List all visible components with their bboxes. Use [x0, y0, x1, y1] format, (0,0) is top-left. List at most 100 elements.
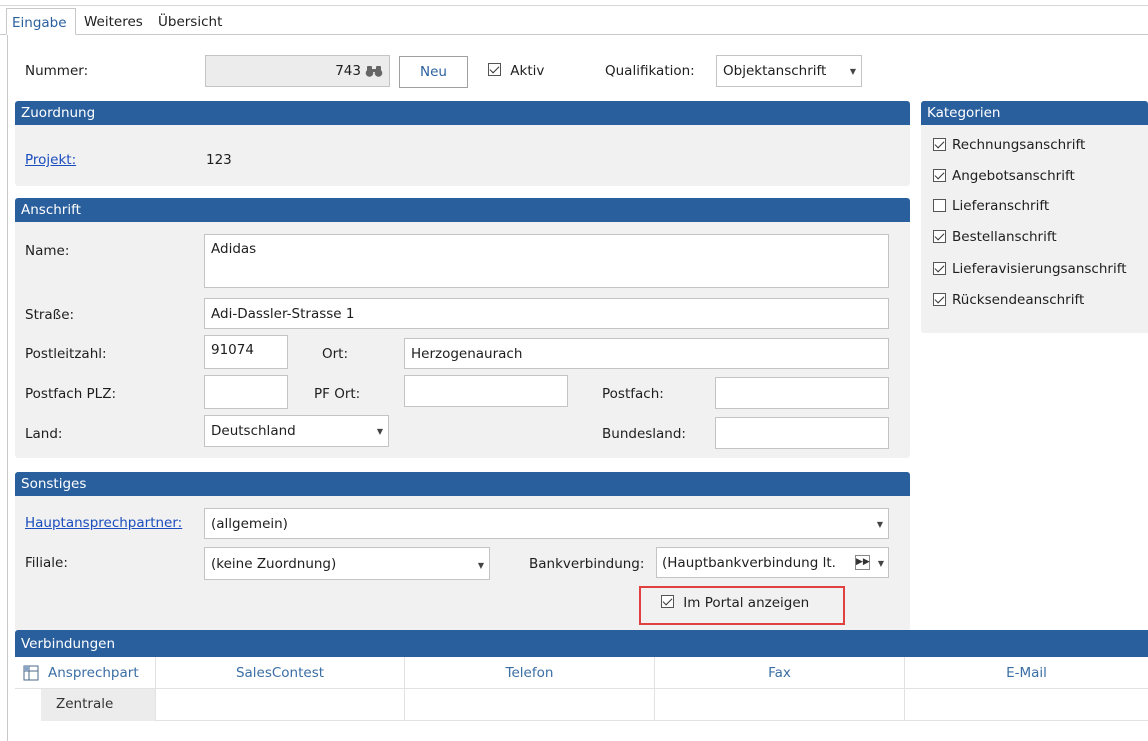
row-cell-name: Zentrale: [41, 689, 156, 721]
hauptansprechpartner-value: (allgemein): [211, 516, 288, 532]
category-label: Rücksendeanschrift: [952, 292, 1085, 308]
name-field[interactable]: Adidas: [204, 234, 889, 288]
neu-button-label: Neu: [420, 64, 447, 80]
plz-field[interactable]: 91074: [204, 335, 288, 369]
row-cell-email: [905, 689, 1148, 721]
checkbox-icon: [933, 168, 946, 182]
qualifikation-label: Qualifikation:: [605, 63, 695, 79]
column-ansprechpart[interactable]: Ansprechpart: [41, 657, 156, 689]
bankverbindung-label: Bankverbindung:: [529, 556, 645, 572]
ort-value: Herzogenaurach: [411, 346, 523, 362]
checkbox-icon: [933, 137, 946, 151]
strasse-value: Adi-Dassler-Strasse 1: [211, 306, 355, 322]
anschrift-header: Anschrift: [15, 198, 910, 222]
land-select[interactable]: Deutschland ▼: [204, 415, 389, 447]
filiale-value: (keine Zuordnung): [211, 556, 337, 572]
column-fax[interactable]: Fax: [655, 657, 905, 689]
bundesland-field[interactable]: [715, 417, 889, 449]
name-label: Name:: [25, 243, 70, 259]
tab-bar: Eingabe Weiteres Übersicht: [0, 6, 1148, 35]
strasse-field[interactable]: Adi-Dassler-Strasse 1: [204, 298, 889, 329]
fast-forward-icon[interactable]: ▶▶: [855, 555, 870, 570]
table-row[interactable]: Zentrale: [15, 689, 1148, 721]
category-bestellanschrift[interactable]: Bestellanschrift: [933, 229, 1057, 249]
ort-label: Ort:: [322, 346, 349, 362]
column-email[interactable]: E-Mail: [905, 657, 1148, 689]
checkbox-icon: [933, 198, 946, 212]
ort-field[interactable]: Herzogenaurach: [404, 338, 889, 369]
hauptansprechpartner-link[interactable]: Hauptansprechpartner:: [25, 515, 182, 531]
zuordnung-header: Zuordnung: [15, 101, 910, 125]
bankverbindung-select[interactable]: (Hauptbankverbindung lt. ▶▶ ▼: [656, 547, 889, 578]
filiale-label: Filiale:: [25, 555, 68, 571]
checkbox-icon: [933, 229, 946, 243]
column-telefon[interactable]: Telefon: [405, 657, 655, 689]
verbindungen-panel: Verbindungen Ansprechpart SalesContest T…: [15, 630, 1148, 741]
row-cell-fax: [655, 689, 905, 721]
chevron-down-icon: ▼: [849, 67, 856, 76]
binoculars-icon[interactable]: [365, 64, 383, 82]
aktiv-checkbox[interactable]: Aktiv: [488, 63, 544, 79]
category-label: Angebotsanschrift: [952, 168, 1075, 184]
column-salescontest[interactable]: SalesContest: [156, 657, 405, 689]
postfach-label: Postfach:: [602, 386, 664, 402]
category-label: Lieferanschrift: [952, 198, 1050, 214]
projekt-link[interactable]: Projekt:: [25, 152, 76, 168]
filiale-select[interactable]: (keine Zuordnung) ▼: [204, 547, 490, 580]
plz-label: Postleitzahl:: [25, 346, 107, 362]
checkbox-icon: [933, 261, 946, 275]
pf-ort-field[interactable]: [404, 375, 568, 407]
tab-uebersicht[interactable]: Übersicht: [158, 14, 222, 30]
category-angebotsanschrift[interactable]: Angebotsanschrift: [933, 168, 1075, 188]
postfach-field[interactable]: [715, 377, 889, 409]
tab-label: Weiteres: [84, 14, 143, 30]
nummer-field[interactable]: 743: [205, 55, 390, 87]
neu-button[interactable]: Neu: [399, 56, 468, 88]
verbindungen-header: Verbindungen: [15, 630, 1148, 657]
chevron-down-icon: ▼: [876, 520, 883, 529]
postfach-plz-label: Postfach PLZ:: [25, 386, 116, 402]
portal-label: Im Portal anzeigen: [683, 595, 810, 611]
tab-label: Eingabe: [12, 15, 67, 31]
strasse-label: Straße:: [25, 307, 75, 323]
hauptansprechpartner-select[interactable]: (allgemein) ▼: [204, 508, 889, 539]
category-label: Bestellanschrift: [952, 229, 1057, 245]
grid-options-icon[interactable]: [23, 665, 39, 685]
kategorien-header: Kategorien: [921, 101, 1148, 125]
chevron-down-icon: ▼: [477, 561, 484, 570]
pf-ort-label: PF Ort:: [314, 386, 361, 402]
bankverbindung-value: (Hauptbankverbindung lt.: [662, 555, 836, 571]
postfach-plz-field[interactable]: [204, 375, 288, 409]
row-cell-salescontest: [156, 689, 405, 721]
category-lieferavisierungsanschrift[interactable]: Lieferavisierungsanschrift: [933, 261, 1127, 281]
checkbox-icon: [933, 292, 946, 306]
portal-check-icon: [661, 595, 674, 608]
left-border: [7, 35, 8, 741]
bundesland-label: Bundesland:: [602, 426, 686, 442]
projekt-value: 123: [206, 152, 232, 168]
tab-weiteres[interactable]: Weiteres: [84, 14, 143, 30]
land-value: Deutschland: [211, 423, 296, 439]
sonstiges-header: Sonstiges: [15, 472, 910, 496]
zuordnung-panel: Zuordnung: [15, 101, 910, 186]
plz-value: 91074: [211, 342, 254, 358]
portal-checkbox[interactable]: Im Portal anzeigen: [639, 586, 845, 625]
name-value: Adidas: [211, 241, 257, 257]
nummer-value: 743: [335, 63, 361, 79]
qualifikation-value: Objektanschrift: [723, 63, 827, 79]
category-rechnungsanschrift[interactable]: Rechnungsanschrift: [933, 137, 1085, 157]
tab-eingabe[interactable]: Eingabe: [6, 8, 76, 35]
tab-label: Übersicht: [158, 14, 223, 30]
chevron-down-icon: ▼: [877, 559, 884, 568]
row-cell-telefon: [405, 689, 655, 721]
qualifikation-select[interactable]: Objektanschrift ▼: [716, 55, 862, 87]
chevron-down-icon: ▼: [376, 427, 383, 436]
row-indicator: [15, 689, 41, 721]
category-ruecksendeanschrift[interactable]: Rücksendeanschrift: [933, 292, 1084, 312]
category-label: Rechnungsanschrift: [952, 137, 1086, 153]
category-label: Lieferavisierungsanschrift: [952, 261, 1127, 277]
category-lieferanschrift[interactable]: Lieferanschrift: [933, 198, 1049, 218]
kategorien-panel: Kategorien Rechnungsanschrift Angebotsan…: [921, 101, 1148, 333]
aktiv-check-icon: [488, 63, 501, 76]
land-label: Land:: [25, 426, 63, 442]
